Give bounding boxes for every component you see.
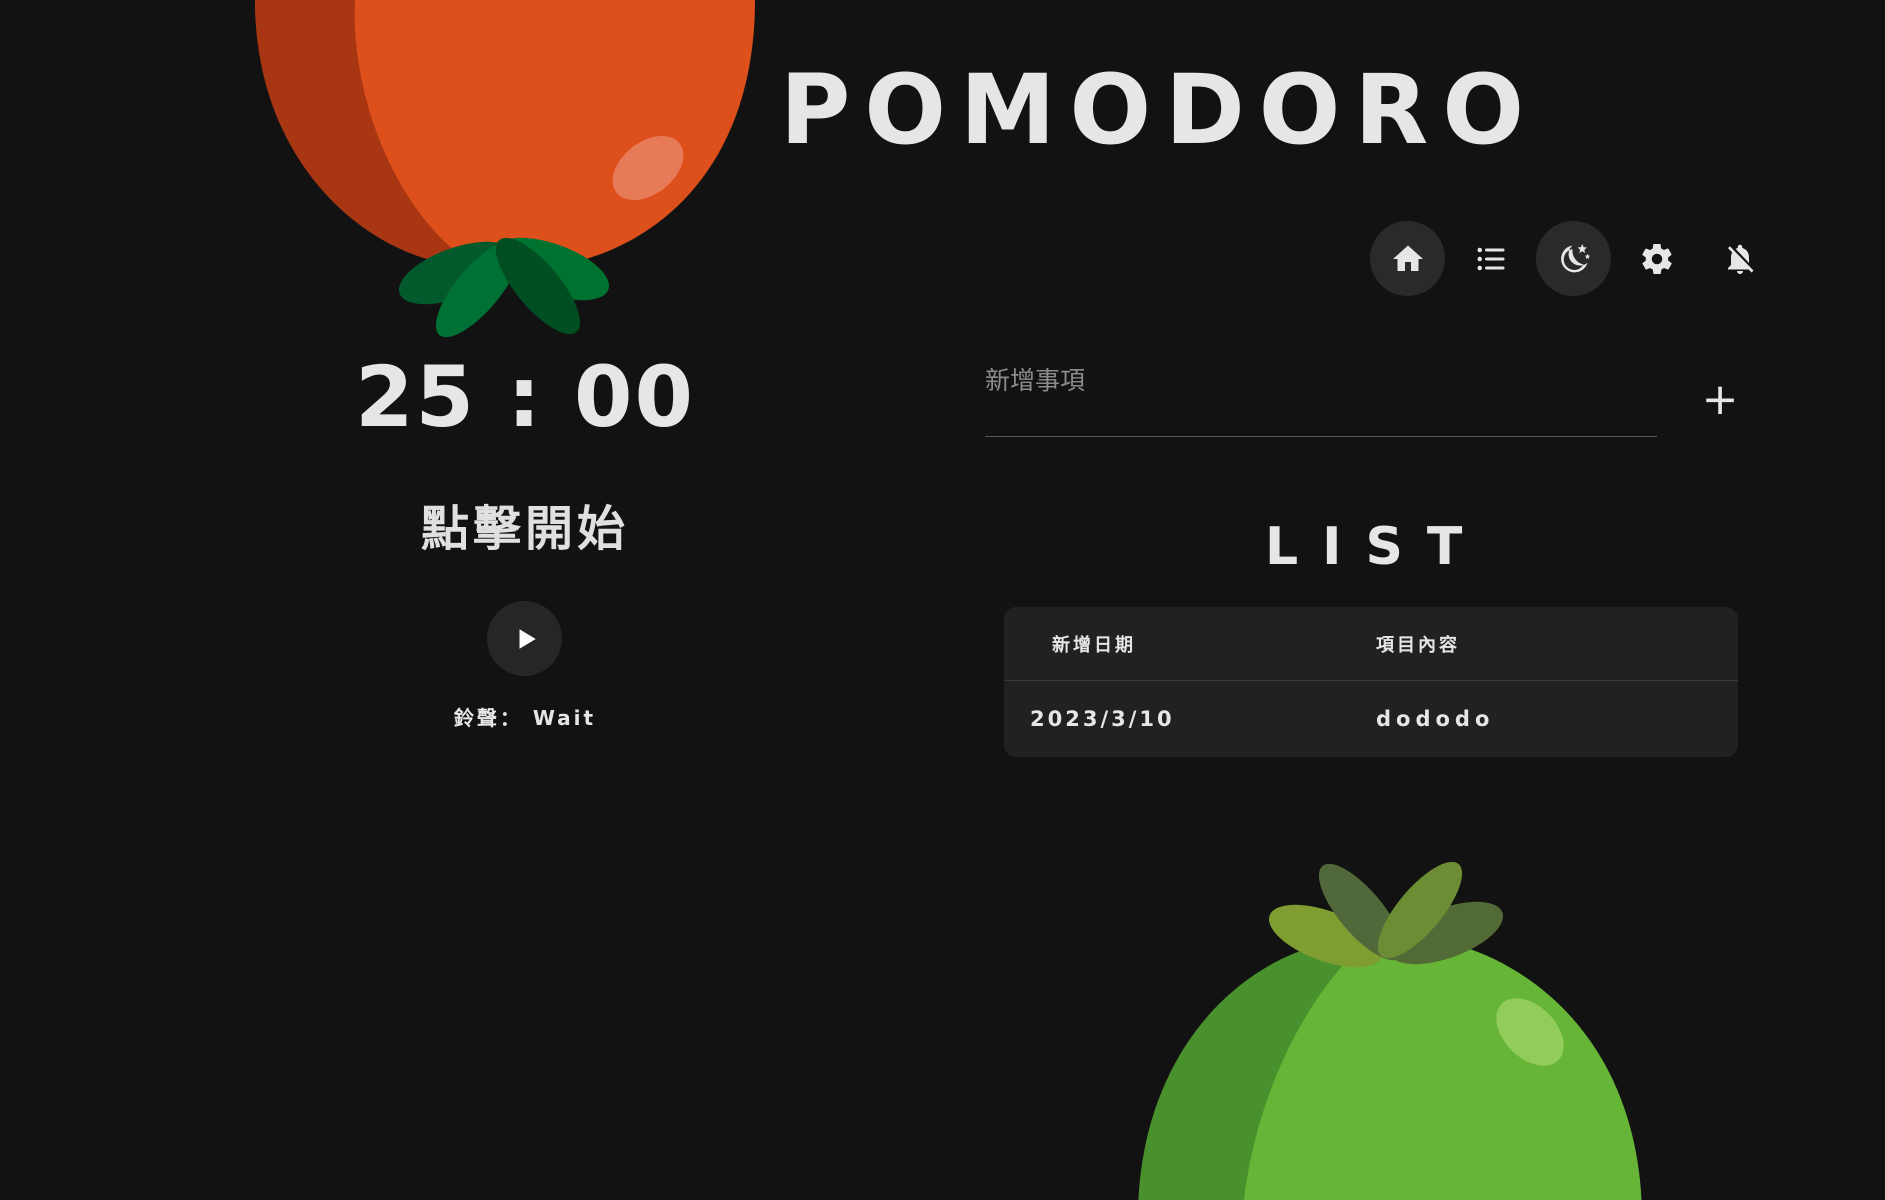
green-tomato-illustration (1138, 861, 1642, 1200)
home-button[interactable] (1370, 221, 1445, 296)
ringtone-label: 鈴聲： Wait (453, 706, 597, 730)
red-tomato-illustration (255, 0, 755, 338)
todo-table: 新增日期 項目內容 2023/3/10 dododo (1004, 607, 1738, 757)
timer-status[interactable]: 點擊開始 (300, 505, 750, 553)
home-icon (1392, 245, 1423, 271)
new-item-input[interactable] (985, 355, 1657, 437)
list-title: LIST (1265, 517, 1487, 577)
add-item-button[interactable]: + (1700, 375, 1740, 425)
column-header-content: 項目內容 (1376, 634, 1460, 656)
row-date: 2023/3/10 (1030, 706, 1175, 731)
dark-mode-button[interactable] (1536, 221, 1611, 296)
column-header-date: 新增日期 (1052, 634, 1136, 656)
row-content: dododo (1376, 706, 1495, 731)
table-header: 新增日期 項目內容 (1004, 607, 1738, 681)
settings-button[interactable] (1619, 221, 1694, 296)
top-nav (1370, 221, 1777, 296)
app-title: POMODORO (780, 54, 1538, 166)
timer-display: 25 : 00 (355, 348, 695, 446)
play-icon (519, 628, 536, 649)
notifications-off-icon (1727, 244, 1753, 274)
list-icon (1477, 247, 1504, 270)
list-button[interactable] (1453, 221, 1528, 296)
notifications-button[interactable] (1702, 221, 1777, 296)
gear-icon (1641, 243, 1672, 274)
play-button[interactable] (487, 601, 562, 676)
table-row[interactable]: 2023/3/10 dododo (1004, 681, 1738, 756)
dark-mode-icon (1560, 243, 1590, 272)
